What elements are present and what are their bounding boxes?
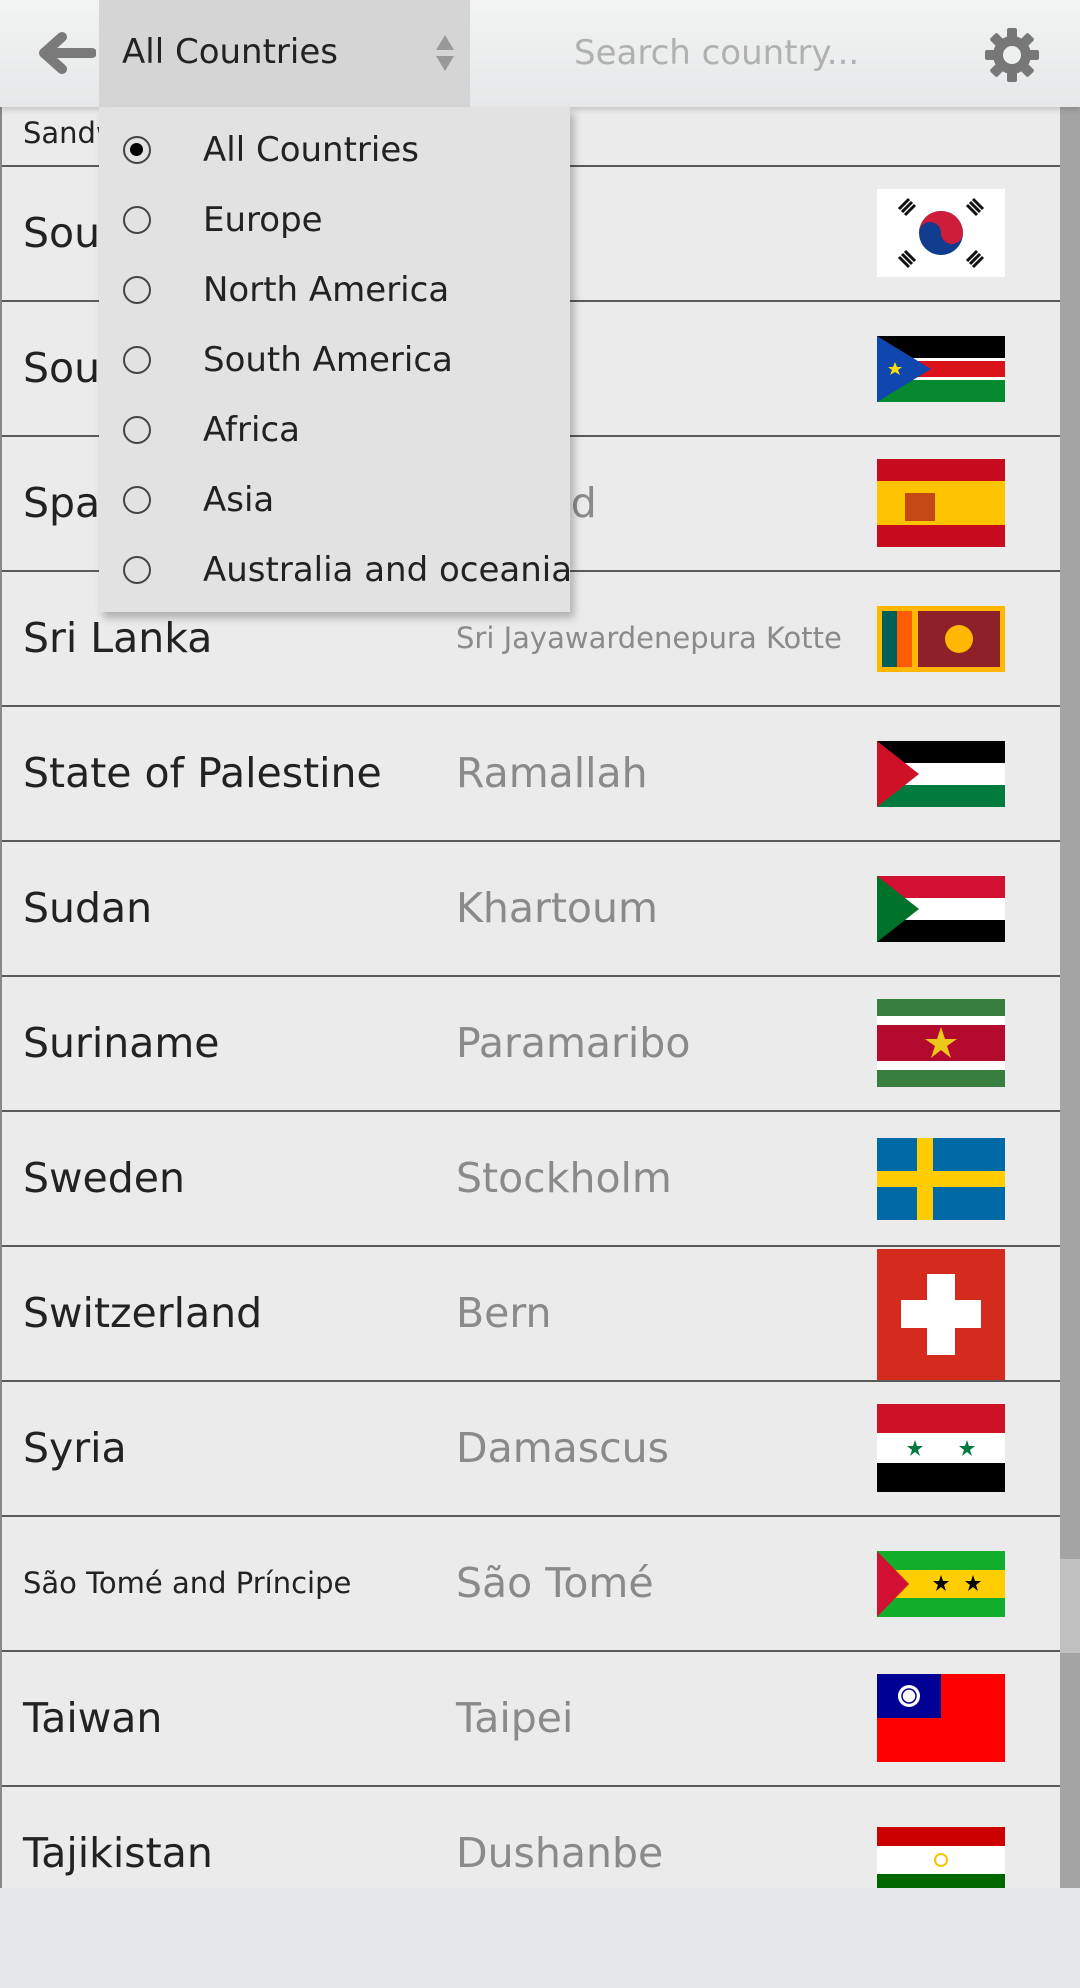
south-sudan-flag-icon xyxy=(877,336,1005,402)
region-option-label: Asia xyxy=(203,480,275,520)
region-option-label: Australia and oceania xyxy=(203,550,573,590)
region-option-label: Europe xyxy=(203,200,323,240)
taiwan-flag-icon xyxy=(877,1674,1005,1762)
region-option-label: Africa xyxy=(203,410,300,450)
radio-checked-icon[interactable] xyxy=(123,136,151,164)
list-item[interactable]: Suriname Paramaribo xyxy=(2,977,1060,1112)
region-option-label: All Countries xyxy=(203,130,419,170)
country-name: Switzerland xyxy=(23,1289,263,1337)
list-item[interactable]: Taiwan Taipei xyxy=(2,1652,1060,1787)
region-option-label: South America xyxy=(203,340,453,380)
region-option-south-america[interactable]: South America xyxy=(99,327,570,397)
list-item[interactable]: Tajikistan Dushanbe xyxy=(2,1787,1060,1888)
region-option-all-countries[interactable]: All Countries xyxy=(99,117,570,187)
palestine-flag-icon xyxy=(877,741,1005,807)
country-name: Tajikistan xyxy=(23,1829,213,1877)
region-option-north-america[interactable]: North America xyxy=(99,257,570,327)
suriname-flag-icon xyxy=(877,999,1005,1087)
syria-flag-icon xyxy=(877,1404,1005,1492)
radio-unchecked-icon[interactable] xyxy=(123,556,151,584)
scrollbar-thumb[interactable] xyxy=(1060,1559,1080,1653)
bottom-area xyxy=(0,1888,1080,1988)
list-item[interactable]: State of Palestine Ramallah xyxy=(2,707,1060,842)
sri-lanka-flag-icon xyxy=(877,606,1005,672)
country-name: State of Palestine xyxy=(23,749,382,797)
country-name: Syria xyxy=(23,1424,127,1472)
region-option-africa[interactable]: Africa xyxy=(99,397,570,467)
list-item[interactable]: São Tomé and Príncipe São Tomé xyxy=(2,1517,1060,1652)
radio-unchecked-icon[interactable] xyxy=(123,206,151,234)
region-filter-select[interactable]: All Countries xyxy=(99,0,470,107)
sao-tome-flag-icon xyxy=(877,1551,1005,1617)
country-name: Suriname xyxy=(23,1019,220,1067)
list-item[interactable]: Syria Damascus xyxy=(2,1382,1060,1517)
country-name: Sweden xyxy=(23,1154,186,1202)
arrow-left-icon[interactable] xyxy=(36,28,96,78)
spain-flag-icon xyxy=(877,459,1005,547)
country-capital: Ramallah xyxy=(456,749,648,797)
radio-unchecked-icon[interactable] xyxy=(123,346,151,374)
radio-unchecked-icon[interactable] xyxy=(123,486,151,514)
region-dropdown-menu: All Countries Europe North America South… xyxy=(99,107,573,612)
country-capital: Bern xyxy=(456,1289,552,1337)
updown-arrows-icon xyxy=(436,35,454,71)
search-input[interactable] xyxy=(574,0,954,107)
region-option-europe[interactable]: Europe xyxy=(99,187,570,257)
radio-unchecked-icon[interactable] xyxy=(123,276,151,304)
south-korea-flag-icon xyxy=(877,189,1005,277)
sweden-flag-icon xyxy=(877,1138,1005,1220)
country-capital: São Tomé xyxy=(456,1559,654,1607)
country-capital: Dushanbe xyxy=(456,1829,664,1877)
sudan-flag-icon xyxy=(877,876,1005,942)
action-bar: All Countries xyxy=(0,0,1080,107)
tajikistan-flag-icon xyxy=(877,1827,1005,1888)
region-option-australia-oceania[interactable]: Australia and oceania xyxy=(99,537,573,607)
region-filter-selected: All Countries xyxy=(122,32,338,72)
country-capital: Damascus xyxy=(456,1424,670,1472)
country-capital: Paramaribo xyxy=(456,1019,691,1067)
scrollbar[interactable] xyxy=(1060,107,1080,1888)
region-option-asia[interactable]: Asia xyxy=(99,467,570,537)
country-capital: Khartoum xyxy=(456,884,658,932)
list-item[interactable]: Sweden Stockholm xyxy=(2,1112,1060,1247)
switzerland-flag-icon xyxy=(877,1249,1005,1380)
gear-icon[interactable] xyxy=(984,27,1040,83)
list-item[interactable]: Sudan Khartoum xyxy=(2,842,1060,977)
region-option-label: North America xyxy=(203,270,450,310)
country-name: Sudan xyxy=(23,884,153,932)
country-capital: Taipei xyxy=(456,1694,574,1742)
country-capital: Stockholm xyxy=(456,1154,672,1202)
radio-unchecked-icon[interactable] xyxy=(123,416,151,444)
list-item[interactable]: Switzerland Bern xyxy=(2,1247,1060,1382)
country-name: Taiwan xyxy=(23,1694,163,1742)
country-name: São Tomé and Príncipe xyxy=(23,1566,352,1600)
